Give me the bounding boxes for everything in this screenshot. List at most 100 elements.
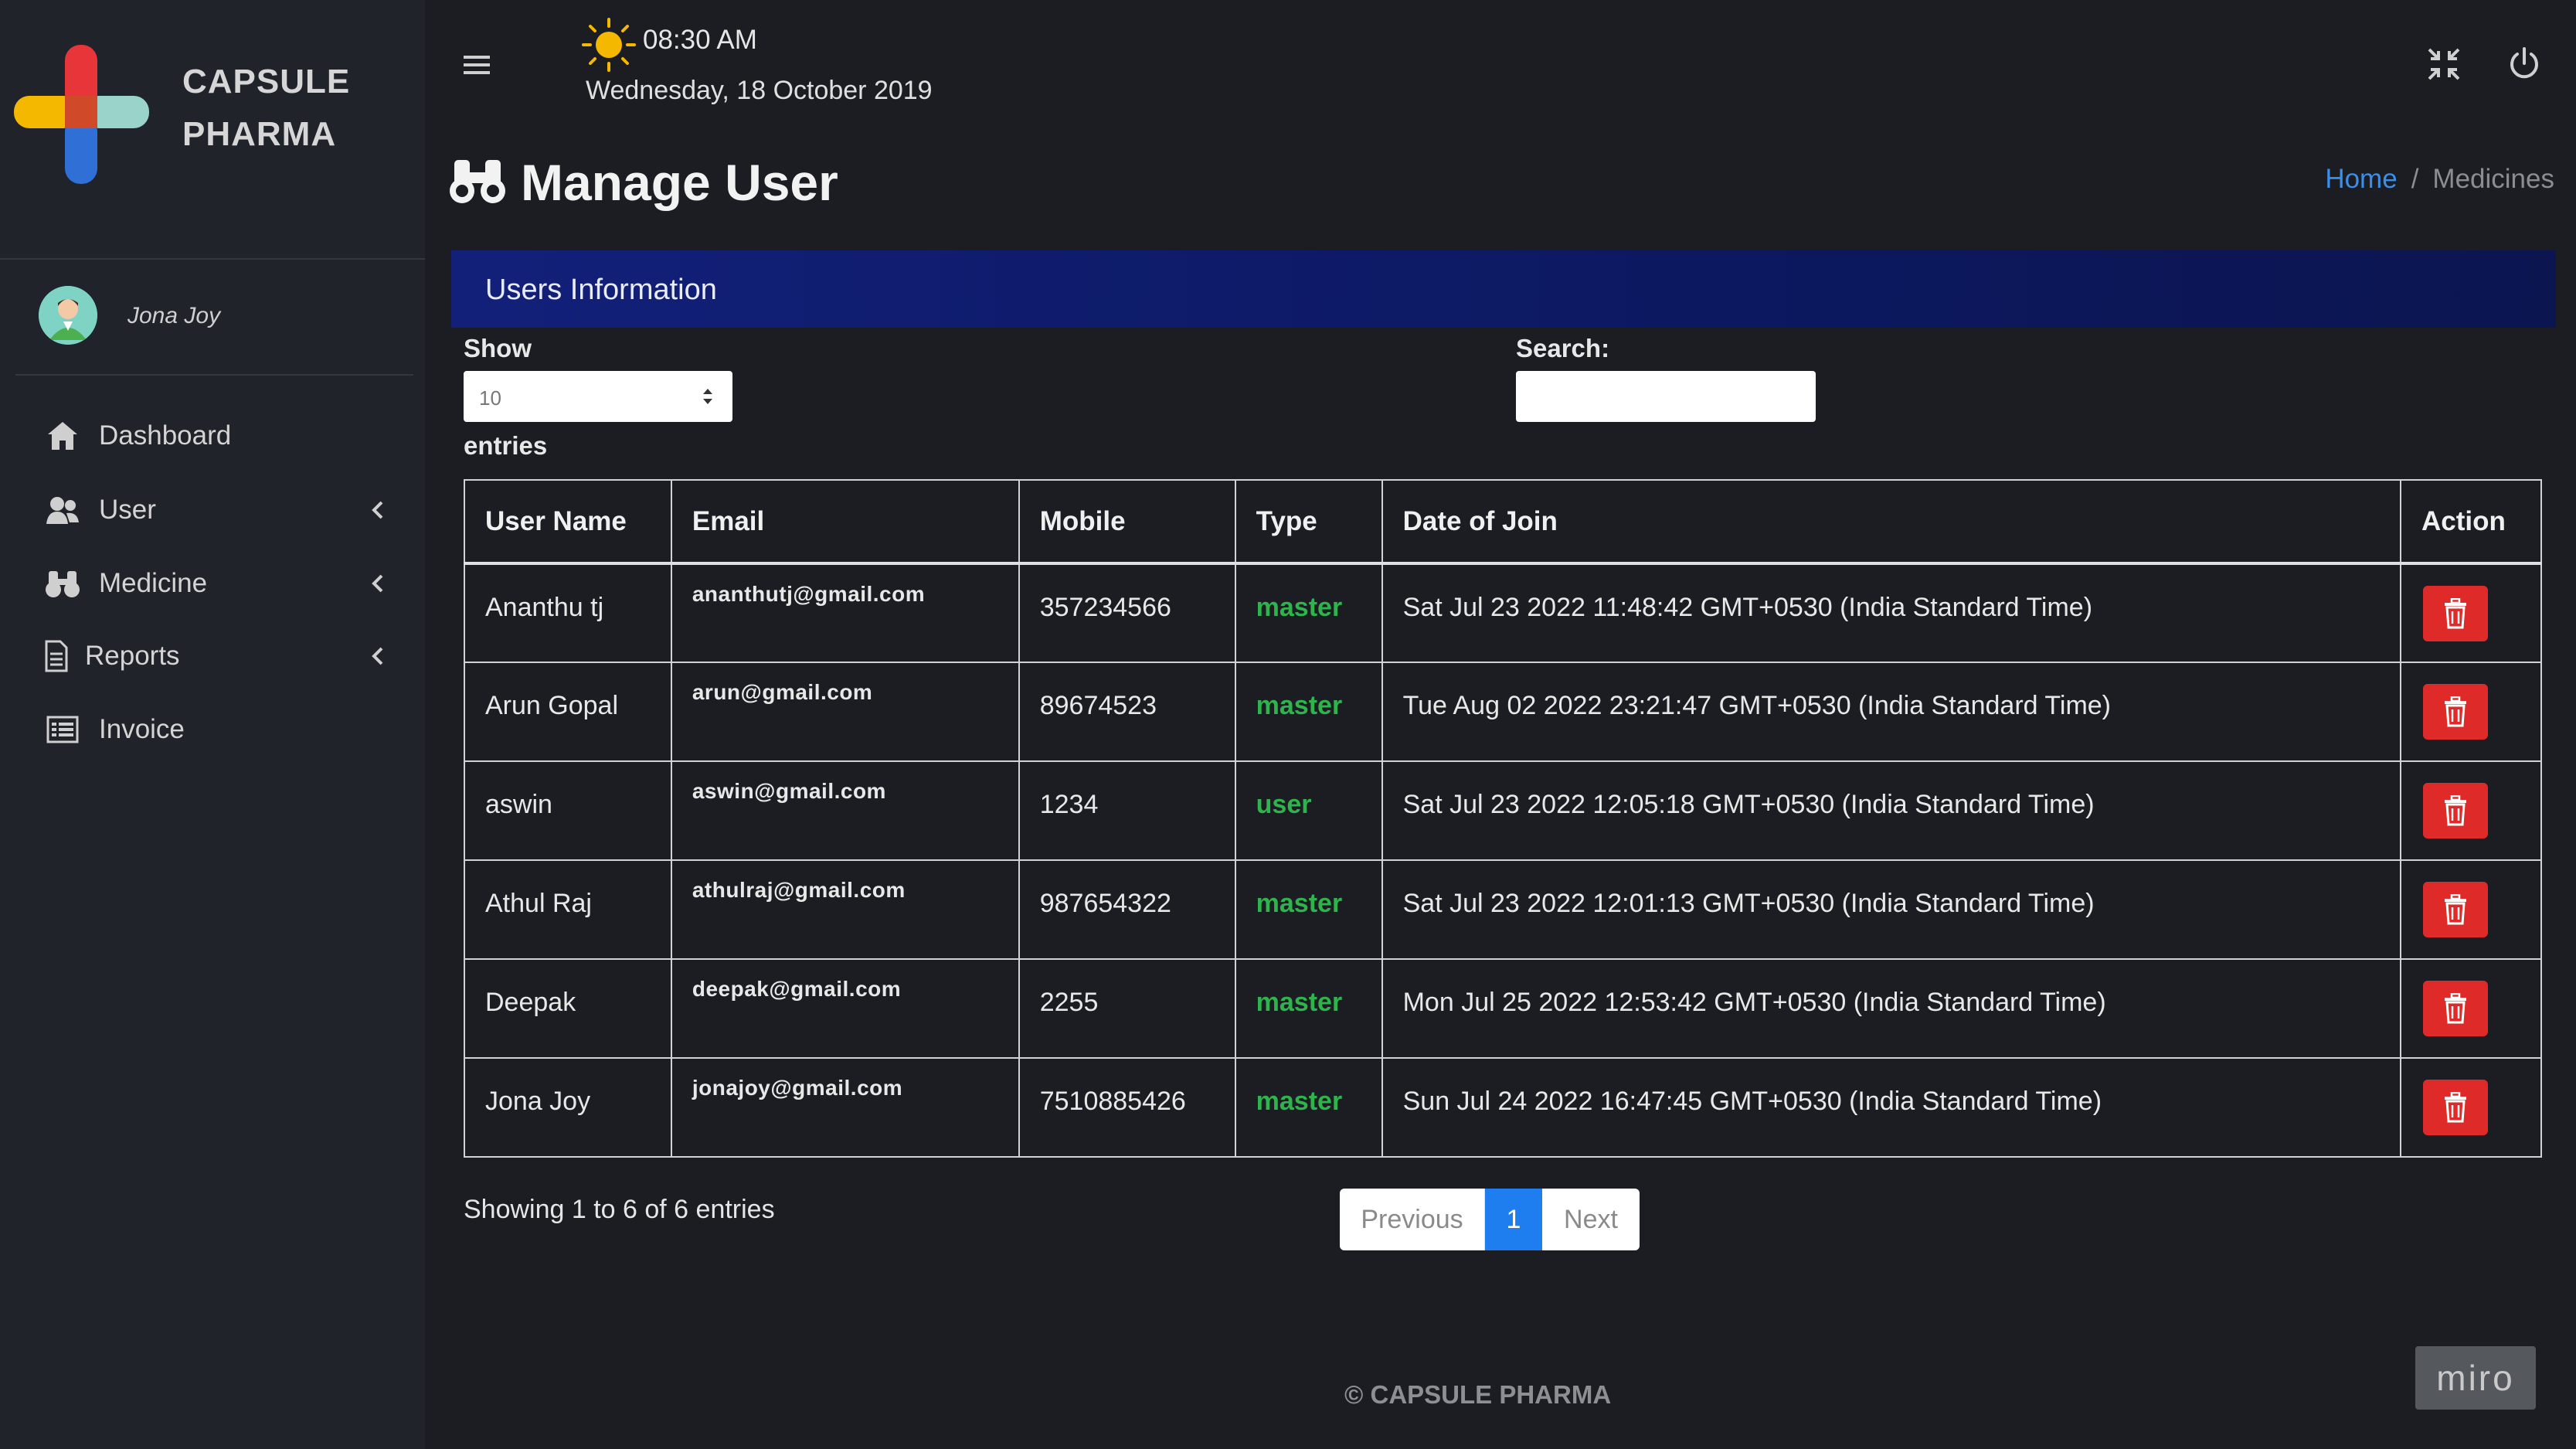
sidebar-user-name: Jona Joy	[127, 303, 221, 328]
table-header-row: User Name Email Mobile Type Date of Join…	[464, 479, 2543, 565]
cell-type: master	[1234, 958, 1383, 1059]
footer-copyright: © CAPSULE PHARMA	[1344, 1380, 1612, 1409]
column-header-user-name[interactable]: User Name	[464, 479, 672, 565]
search-input[interactable]	[1516, 371, 1816, 422]
clock-time: 08:30 AM	[643, 25, 757, 55]
pagination-page-1[interactable]: 1	[1485, 1189, 1542, 1250]
trash-icon	[2444, 894, 2466, 925]
entries-per-page-select[interactable]: 10	[464, 371, 732, 422]
trash-icon	[2444, 696, 2466, 727]
users-icon	[45, 492, 80, 528]
cell-type: user	[1234, 760, 1383, 861]
table-info: Showing 1 to 6 of 6 entries	[464, 1195, 775, 1224]
cell-date-of-join: Sat Jul 23 2022 12:01:13 GMT+0530 (India…	[1381, 859, 2401, 960]
menu-toggle-icon[interactable]	[460, 51, 493, 79]
column-header-email[interactable]: Email	[670, 479, 1020, 565]
column-header-mobile[interactable]: Mobile	[1018, 479, 1236, 565]
fullscreen-exit-icon[interactable]	[2426, 46, 2462, 82]
cell-email: deepak@gmail.com	[670, 958, 1020, 1059]
column-header-type[interactable]: Type	[1234, 479, 1383, 565]
delete-user-button[interactable]	[2422, 684, 2488, 740]
cell-action	[2399, 563, 2543, 663]
table-row: Ananthu tj ananthutj@gmail.com 357234566…	[464, 563, 2543, 663]
cell-mobile: 357234566	[1018, 563, 1236, 663]
delete-user-button[interactable]	[2422, 585, 2488, 641]
select-arrows-icon	[703, 389, 712, 404]
cell-email: arun@gmail.com	[670, 662, 1020, 762]
brand-area: CAPSULE PHARMA	[0, 0, 425, 260]
entries-select-value: 10	[479, 386, 501, 410]
cell-mobile: 1234	[1018, 760, 1236, 861]
trash-icon	[2444, 795, 2466, 826]
power-icon[interactable]	[2506, 46, 2542, 82]
trash-icon	[2444, 993, 2466, 1024]
cell-user-name: Arun Gopal	[464, 662, 672, 762]
sidebar-item-invoice[interactable]: Invoice	[45, 699, 393, 760]
list-icon	[45, 712, 80, 747]
sidebar-item-label: User	[99, 495, 156, 525]
table-row: Athul Raj athulraj@gmail.com 987654322 m…	[464, 859, 2543, 960]
pagination-next-button[interactable]: Next	[1542, 1189, 1640, 1250]
breadcrumb-current: Medicines	[2432, 164, 2554, 194]
cell-user-name: Jona Joy	[464, 1057, 672, 1158]
sidebar-item-medicine[interactable]: Medicine	[45, 553, 393, 614]
sidebar-item-dashboard[interactable]: Dashboard	[45, 405, 393, 467]
chevron-left-icon	[372, 501, 383, 519]
cell-date-of-join: Sun Jul 24 2022 16:47:45 GMT+0530 (India…	[1381, 1057, 2401, 1158]
avatar[interactable]	[39, 286, 97, 345]
cell-date-of-join: Sat Jul 23 2022 11:48:42 GMT+0530 (India…	[1381, 563, 2401, 663]
cell-user-name: aswin	[464, 760, 672, 861]
user-panel: Jona Joy	[15, 258, 413, 376]
trash-icon	[2444, 597, 2466, 628]
sidebar: CAPSULE PHARMA Jona Joy Dashboard User M…	[0, 0, 425, 1449]
cell-user-name: Deepak	[464, 958, 672, 1059]
cell-email: ananthutj@gmail.com	[670, 563, 1020, 663]
cell-action	[2399, 859, 2543, 960]
sun-icon	[582, 18, 636, 72]
card-title: Users Information	[485, 274, 717, 306]
home-icon	[45, 418, 80, 454]
search-label: Search:	[1516, 334, 1610, 362]
clock-date: Wednesday, 18 October 2019	[586, 76, 933, 105]
sidebar-item-reports[interactable]: Reports	[45, 625, 393, 687]
table-row: aswin aswin@gmail.com 1234 user Sat Jul …	[464, 760, 2543, 861]
file-icon	[45, 638, 68, 674]
cell-mobile: 987654322	[1018, 859, 1236, 960]
delete-user-button[interactable]	[2422, 882, 2488, 937]
page-title: Manage User	[521, 154, 838, 211]
cell-date-of-join: Tue Aug 02 2022 23:21:47 GMT+0530 (India…	[1381, 662, 2401, 762]
sidebar-item-label: Invoice	[99, 714, 185, 744]
cell-email: aswin@gmail.com	[670, 760, 1020, 861]
cell-type: master	[1234, 662, 1383, 762]
delete-user-button[interactable]	[2422, 1080, 2488, 1135]
brand-name: CAPSULE PHARMA	[182, 63, 351, 153]
cell-mobile: 89674523	[1018, 662, 1236, 762]
chevron-left-icon	[372, 574, 383, 593]
cell-mobile: 2255	[1018, 958, 1236, 1059]
column-header-action: Action	[2399, 479, 2543, 565]
cell-email: athulraj@gmail.com	[670, 859, 1020, 960]
table-row: Deepak deepak@gmail.com 2255 master Mon …	[464, 958, 2543, 1059]
sidebar-item-label: Dashboard	[99, 420, 232, 451]
cell-type: master	[1234, 563, 1383, 663]
table-row: Jona Joy jonajoy@gmail.com 7510885426 ma…	[464, 1057, 2543, 1158]
cell-action	[2399, 1057, 2543, 1158]
user-avatar-icon	[39, 286, 97, 345]
pagination: Previous 1 Next	[1340, 1189, 1640, 1250]
page-title-wrap: Manage User	[448, 151, 838, 213]
column-header-date-of-join[interactable]: Date of Join	[1381, 479, 2401, 565]
cell-action	[2399, 958, 2543, 1059]
cell-date-of-join: Mon Jul 25 2022 12:53:42 GMT+0530 (India…	[1381, 958, 2401, 1059]
breadcrumb-home-link[interactable]: Home	[2325, 164, 2397, 195]
cell-action	[2399, 662, 2543, 762]
sidebar-item-label: Medicine	[99, 568, 208, 598]
table-row: Arun Gopal arun@gmail.com 89674523 maste…	[464, 662, 2543, 762]
delete-user-button[interactable]	[2422, 783, 2488, 838]
pagination-previous-button[interactable]: Previous	[1340, 1189, 1485, 1250]
footer: © CAPSULE PHARMA	[0, 1380, 2576, 1410]
cell-action	[2399, 760, 2543, 861]
sidebar-item-user[interactable]: User	[45, 479, 393, 541]
capsule-pharma-logo[interactable]	[14, 45, 149, 184]
cell-type: master	[1234, 1057, 1383, 1158]
delete-user-button[interactable]	[2422, 981, 2488, 1036]
